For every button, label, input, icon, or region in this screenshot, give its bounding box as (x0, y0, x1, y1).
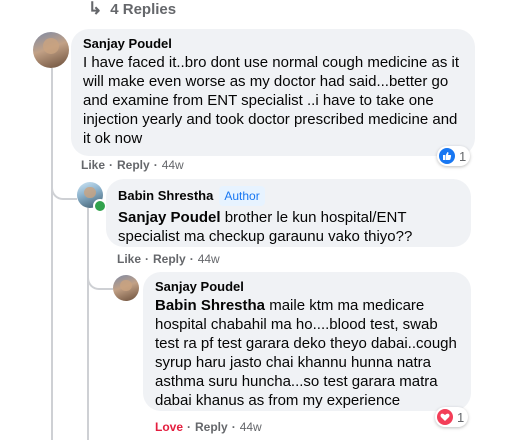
like-reaction-icon (439, 148, 455, 164)
reply-actions: Like · Reply · 44w (117, 252, 220, 266)
replies-label: 4 Replies (110, 0, 177, 18)
reaction-count: 1 (459, 148, 467, 164)
reply-bubble: Sanjay Poudel Babin Shrestha maile ktm m… (143, 272, 471, 411)
separator-dot: · (153, 158, 158, 172)
comment-reaction-badge[interactable]: 1 (437, 146, 471, 166)
reply-button[interactable]: Reply (153, 252, 186, 266)
love-button[interactable]: Love (155, 420, 183, 434)
mention-link[interactable]: Babin Shrestha (155, 297, 265, 314)
comment-bubble: Sanjay Poudel I have faced it..bro dont … (71, 29, 475, 156)
separator-dot: · (189, 252, 194, 266)
like-button[interactable]: Like (117, 252, 141, 266)
love-reaction-icon (437, 409, 453, 425)
timestamp[interactable]: 44w (162, 158, 184, 172)
like-button[interactable]: Like (81, 158, 105, 172)
thread-line-main (51, 68, 53, 440)
reply-actions: Love · Reply · 44w (155, 420, 262, 434)
author-badge: Author (219, 186, 265, 206)
thread-line-reply1 (87, 208, 89, 440)
reply-bubble: Babin Shrestha Author Sanjay Poudel broth… (106, 179, 471, 247)
reply-text: Babin Shrestha maile ktm ma medicare hos… (155, 296, 459, 410)
comment-author[interactable]: Sanjay Poudel (83, 36, 463, 52)
separator-dot: · (187, 420, 192, 434)
avatar[interactable] (33, 32, 69, 68)
reply-button[interactable]: Reply (195, 420, 228, 434)
reply-author: Babin Shrestha Author (118, 186, 459, 206)
separator-dot: · (109, 158, 114, 172)
reply-text: Sanjay Poudel brother le kun hospital/EN… (118, 208, 459, 246)
mention-link[interactable]: Sanjay Poudel (118, 209, 221, 226)
separator-dot: · (145, 252, 150, 266)
view-replies-link[interactable]: ↳ 4 Replies (88, 0, 176, 18)
reply-author-name[interactable]: Sanjay Poudel (155, 279, 459, 295)
online-status-indicator (93, 199, 107, 213)
comment-actions: Like · Reply · 44w (81, 158, 184, 172)
reaction-count: 1 (457, 409, 465, 425)
comment-text: I have faced it..bro dont use normal cou… (83, 54, 460, 147)
timestamp[interactable]: 44w (240, 420, 262, 434)
reply-author-name[interactable]: Babin Shrestha (118, 188, 213, 203)
thread-curve-reply1 (51, 164, 77, 200)
separator-dot: · (231, 420, 236, 434)
reply-arrow-icon: ↳ (88, 0, 103, 18)
thread-curve-reply2 (87, 258, 113, 290)
avatar[interactable] (113, 275, 139, 301)
reply-button[interactable]: Reply (117, 158, 150, 172)
timestamp[interactable]: 44w (198, 252, 220, 266)
reply-reaction-badge[interactable]: 1 (435, 407, 469, 427)
